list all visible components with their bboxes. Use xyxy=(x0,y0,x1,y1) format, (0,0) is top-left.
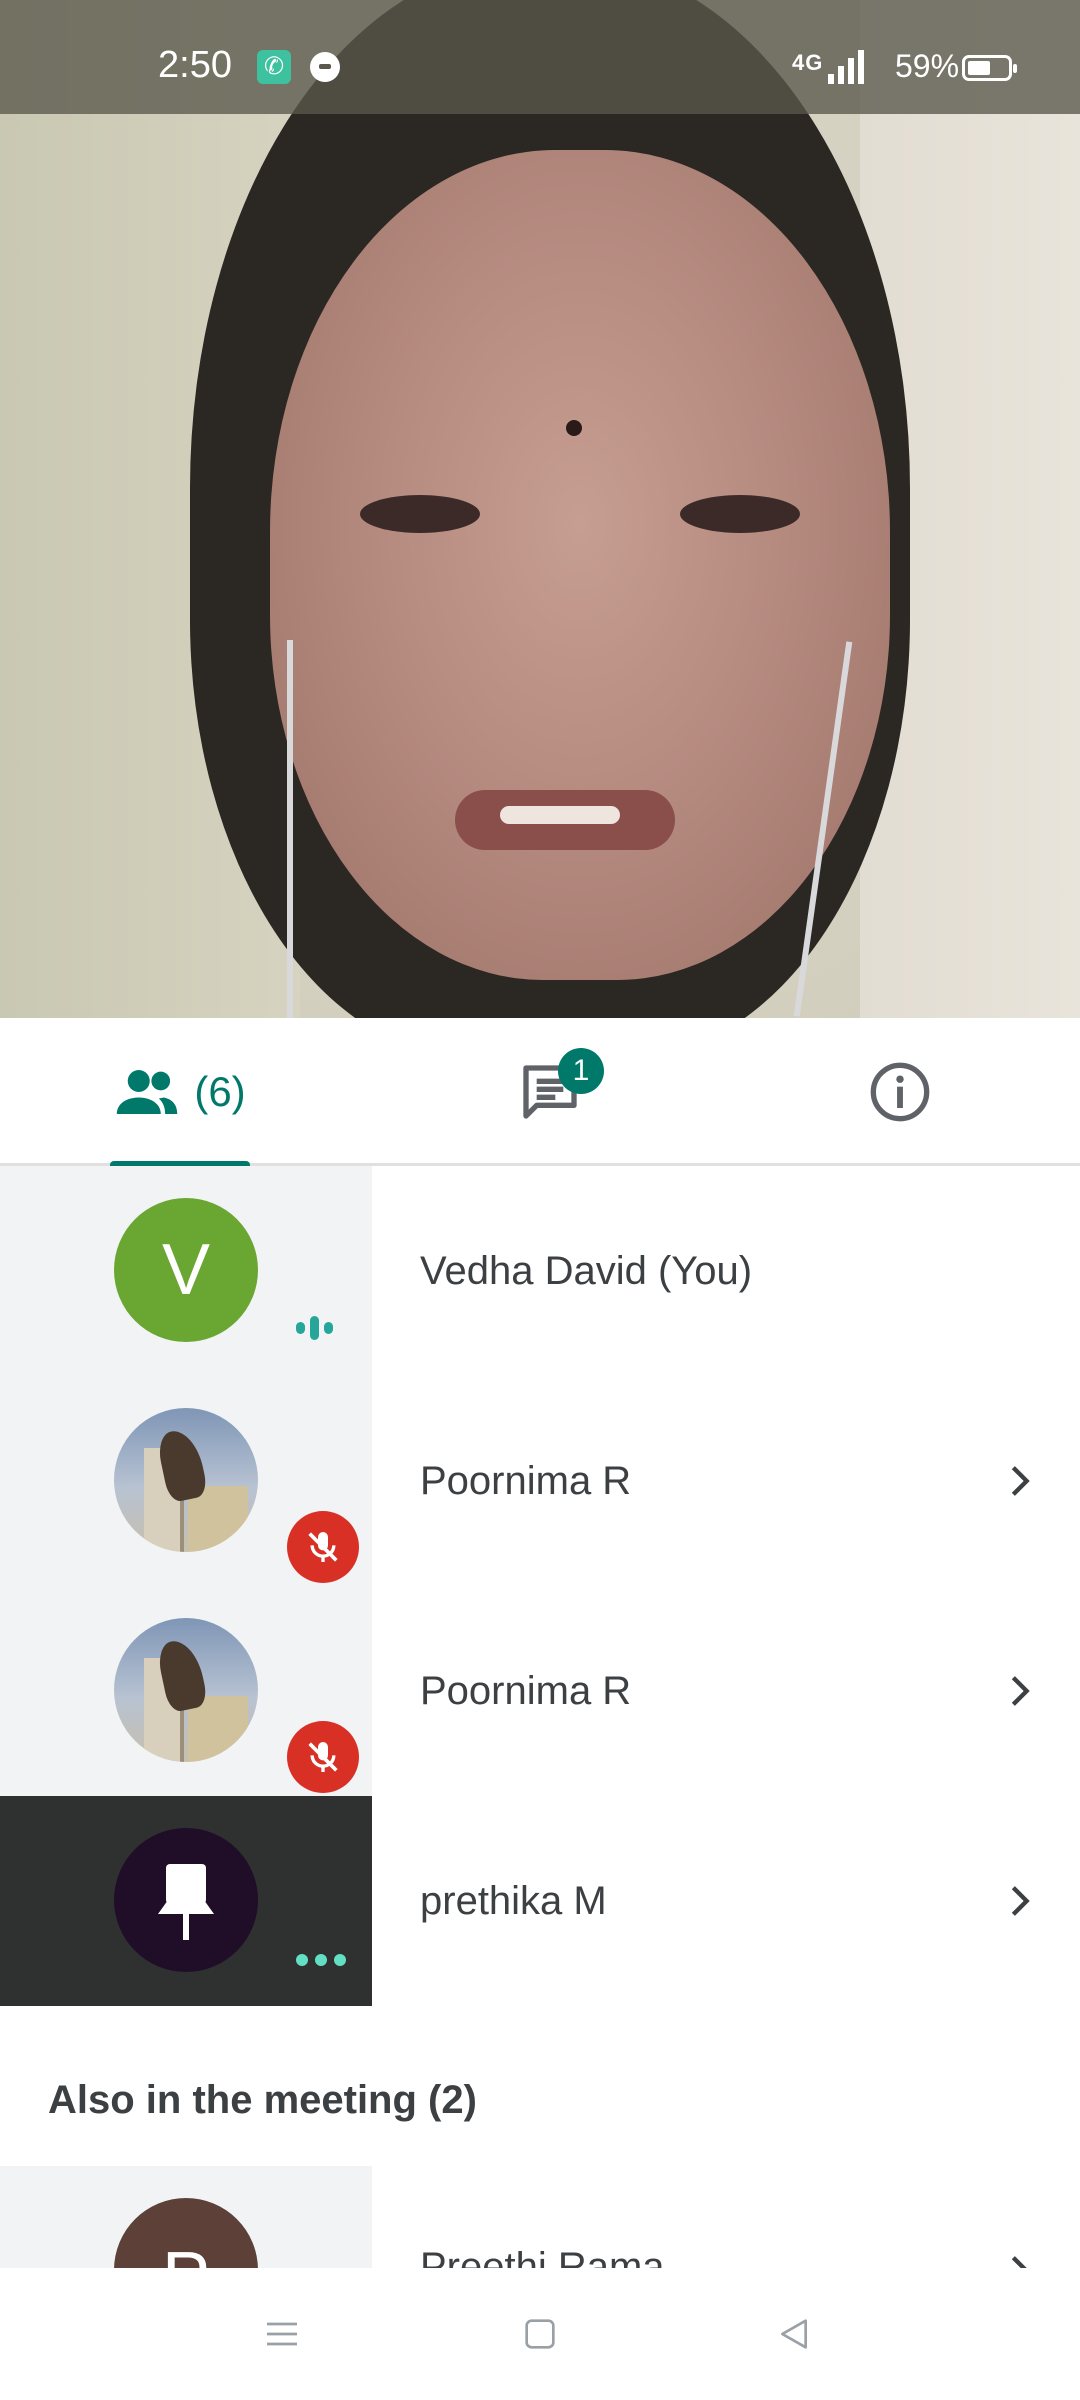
participant-row[interactable]: V Vedha David (You) xyxy=(0,1166,1080,1376)
participant-list: V Vedha David (You) Poornima R Poornima … xyxy=(0,1166,1080,2278)
status-bar: 2:50 ✆ 4G 59% xyxy=(0,0,1080,114)
chevron-right-icon[interactable] xyxy=(1000,1668,1040,1714)
avatar xyxy=(114,1828,258,1972)
video-eye xyxy=(360,495,480,533)
participant-name: Poornima R xyxy=(420,1669,632,1713)
participant-row[interactable]: Poornima R xyxy=(0,1586,1080,1796)
chevron-right-icon[interactable] xyxy=(1000,1458,1040,1504)
participant-avatar-panel: V xyxy=(0,1166,372,1376)
chat-unread-badge: 1 xyxy=(558,1048,604,1094)
system-nav-bar xyxy=(0,2268,1080,2400)
participant-name: prethika M xyxy=(420,1879,607,1923)
chat-bubble-icon xyxy=(310,52,340,82)
participant-avatar-panel xyxy=(0,1376,372,1586)
video-teeth xyxy=(500,806,620,824)
participant-avatar-panel: P xyxy=(0,2166,372,2278)
avatar: P xyxy=(114,2198,258,2278)
home-icon[interactable] xyxy=(520,2314,560,2354)
battery-fill xyxy=(968,61,990,75)
participant-row[interactable]: P Preethi Rama xyxy=(0,2166,1080,2278)
avatar xyxy=(114,1618,258,1762)
participant-row[interactable]: prethika M xyxy=(0,1796,1080,2006)
menu-icon[interactable] xyxy=(262,2314,302,2354)
participant-row[interactable]: Poornima R xyxy=(0,1376,1080,1586)
back-icon[interactable] xyxy=(774,2314,814,2354)
network-type: 4G xyxy=(792,50,824,75)
video-bindi xyxy=(566,420,582,436)
video-eye xyxy=(680,495,800,533)
tab-chat[interactable]: 1 xyxy=(480,1018,620,1166)
info-icon xyxy=(870,1062,930,1122)
signal-icon xyxy=(828,50,864,84)
status-time: 2:50 xyxy=(158,44,232,86)
participant-avatar-panel xyxy=(0,1796,372,2006)
battery-percent: 59% xyxy=(895,48,960,84)
battery-icon xyxy=(962,55,1017,81)
tab-people[interactable]: (6) xyxy=(110,1018,250,1169)
phone-call-icon: ✆ xyxy=(257,50,291,84)
participant-avatar-panel xyxy=(0,1586,372,1796)
more-options-icon[interactable] xyxy=(296,1954,346,1966)
participant-name: Poornima R xyxy=(420,1459,632,1503)
people-icon xyxy=(117,1070,178,1114)
participant-name: Preethi Rama xyxy=(420,2245,665,2278)
avatar: V xyxy=(114,1198,258,1342)
earphone-wire xyxy=(287,640,293,1018)
speaking-indicator-icon xyxy=(296,1316,333,1340)
participant-name: Vedha David (You) xyxy=(420,1249,753,1293)
video-person-face xyxy=(270,150,890,980)
mic-off-icon xyxy=(287,1721,359,1793)
people-count: (6) xyxy=(194,1068,246,1115)
mic-off-icon xyxy=(287,1511,359,1583)
section-title: Also in the meeting (2) xyxy=(48,2078,477,2122)
chevron-right-icon[interactable] xyxy=(1000,1878,1040,1924)
avatar xyxy=(114,1408,258,1552)
video-feed[interactable] xyxy=(0,0,1080,1018)
tab-info[interactable] xyxy=(830,1018,970,1166)
pin-icon xyxy=(158,1864,214,1940)
meeting-tabs: (6) 1 xyxy=(0,1018,1080,1169)
